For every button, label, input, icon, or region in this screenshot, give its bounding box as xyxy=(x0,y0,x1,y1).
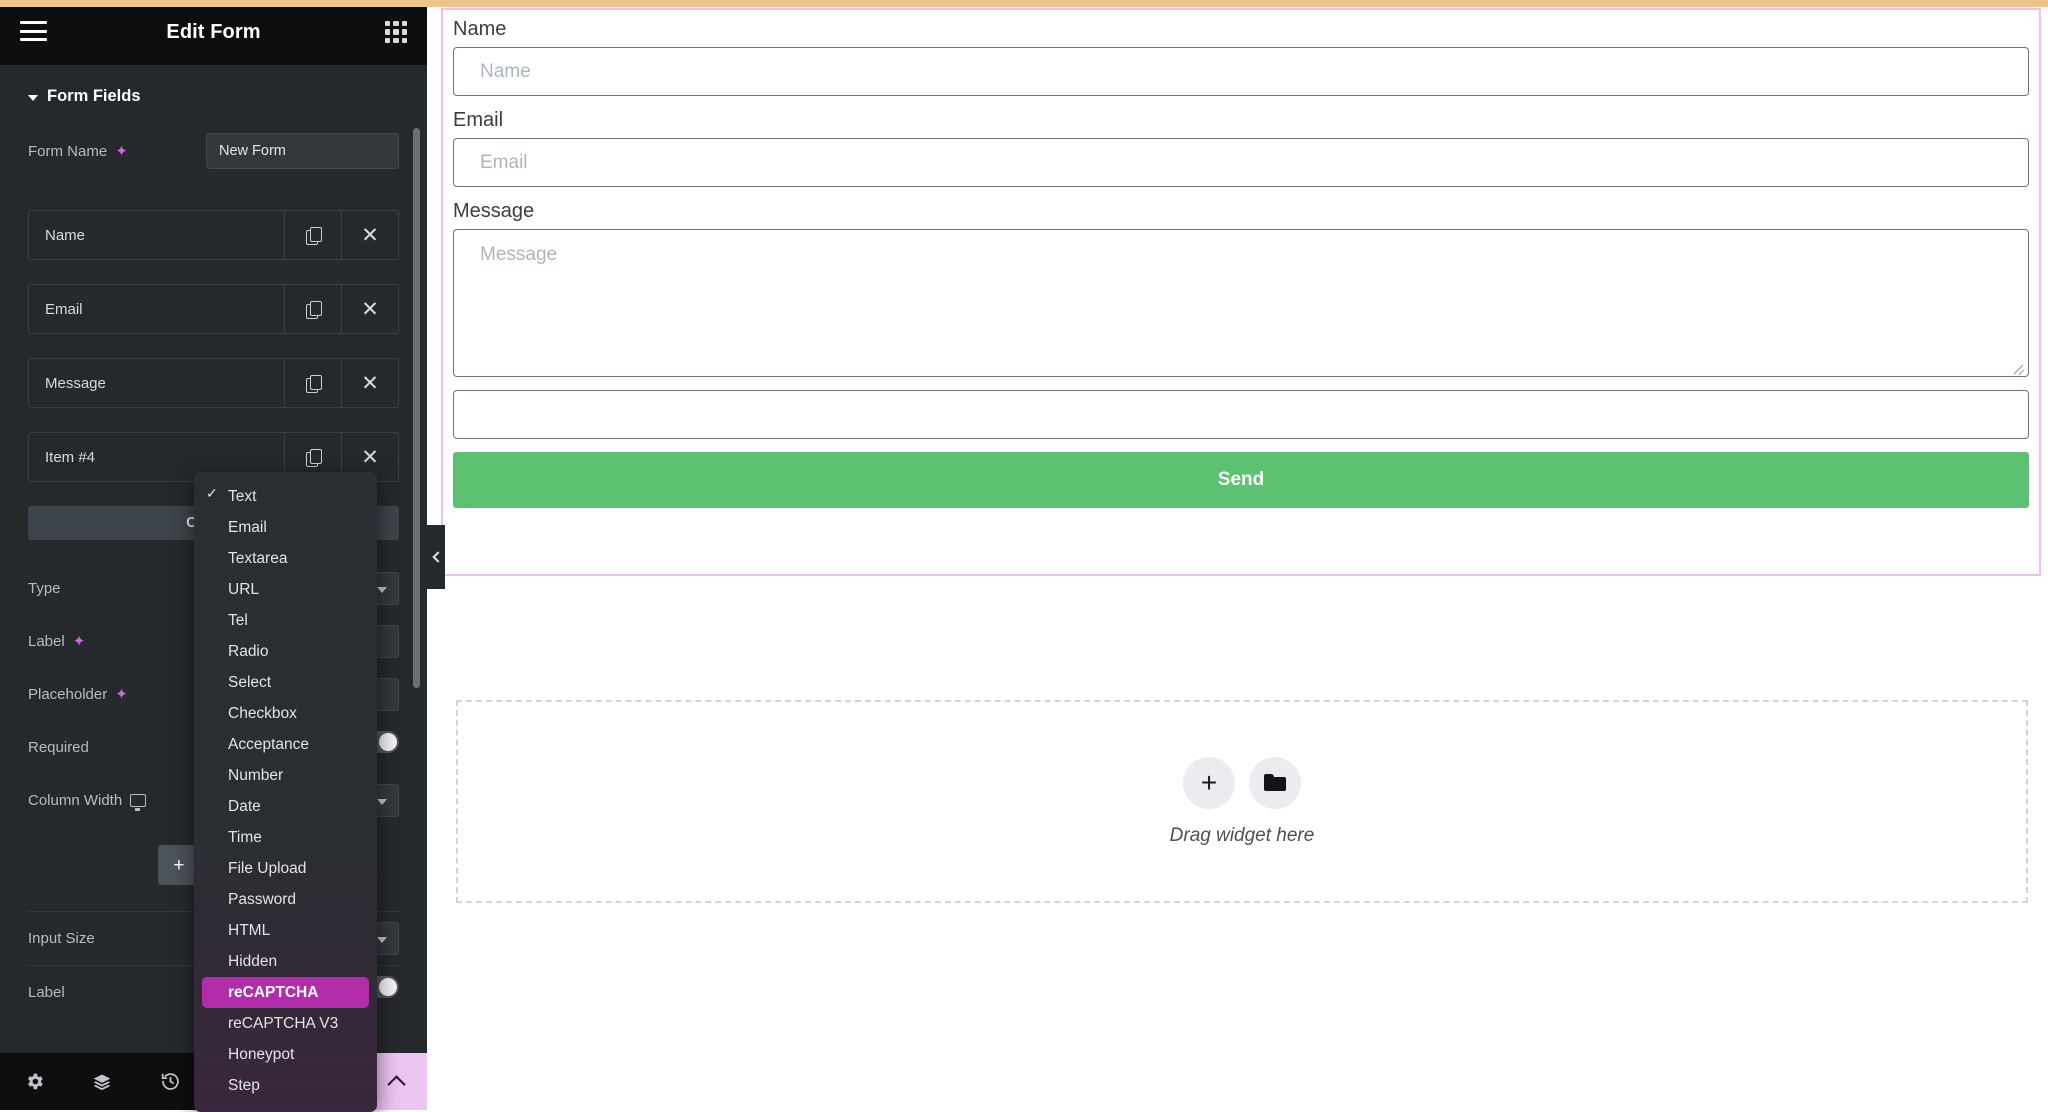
chevron-down-icon xyxy=(28,94,38,101)
duplicate-button[interactable] xyxy=(284,211,341,259)
add-widget-button[interactable]: + xyxy=(1183,756,1235,809)
preview-empty-input[interactable] xyxy=(453,390,2029,439)
panel-title: Edit Form xyxy=(166,21,261,43)
setting-label: Placeholder ✦ xyxy=(28,686,128,703)
form-name-input[interactable]: New Form xyxy=(206,133,399,169)
form-widget[interactable]: Name Name Email Email Message Message Se… xyxy=(441,8,2041,576)
sidebar-scrollbar[interactable] xyxy=(413,128,420,688)
toggle-knob xyxy=(379,733,397,751)
menu-item-step[interactable]: Step xyxy=(194,1070,377,1101)
menu-item-number[interactable]: Number xyxy=(194,760,377,791)
menu-item-hidden[interactable]: Hidden xyxy=(194,946,377,977)
menu-item-password[interactable]: Password xyxy=(194,884,377,915)
menu-item-honeypot[interactable]: Honeypot xyxy=(194,1039,377,1070)
menu-item-date[interactable]: Date xyxy=(194,791,377,822)
monitor-icon[interactable] xyxy=(130,794,147,811)
menu-item-file-upload[interactable]: File Upload xyxy=(194,853,377,884)
menu-item-recaptcha-v3[interactable]: reCAPTCHA V3 xyxy=(194,1008,377,1039)
close-icon: ✕ xyxy=(361,297,379,321)
layers-icon[interactable] xyxy=(68,1053,136,1110)
ai-sparkle-icon[interactable]: ✦ xyxy=(115,687,128,702)
copy-icon xyxy=(305,300,322,319)
menu-item-text[interactable]: Text xyxy=(194,481,377,512)
list-item[interactable]: Message ✕ xyxy=(28,358,399,408)
menu-item-acceptance[interactable]: Acceptance xyxy=(194,729,377,760)
menu-item-url[interactable]: URL xyxy=(194,574,377,605)
hamburger-menu-icon[interactable] xyxy=(20,21,47,41)
copy-icon xyxy=(305,374,322,393)
field-type-dropdown-menu[interactable]: Text Email Textarea URL Tel Radio Select… xyxy=(194,472,377,1112)
section-title-label: Form Fields xyxy=(47,87,141,105)
plus-icon: + xyxy=(1200,766,1218,798)
field-title: Email xyxy=(45,300,83,318)
preview-field-label: Name xyxy=(453,18,507,40)
panel-collapse-handle[interactable] xyxy=(427,525,445,589)
preview-field-label: Email xyxy=(453,109,504,131)
dropzone-label: Drag widget here xyxy=(1169,824,1315,846)
close-icon: ✕ xyxy=(361,371,379,395)
setting-label: Type xyxy=(28,580,61,597)
apps-grid-icon[interactable] xyxy=(385,21,407,43)
toggle-knob xyxy=(379,978,397,996)
chevron-left-icon xyxy=(431,551,444,563)
menu-item-recaptcha[interactable]: reCAPTCHA xyxy=(202,977,369,1008)
add-template-button[interactable] xyxy=(1249,756,1301,809)
send-button[interactable]: Send xyxy=(453,452,2029,508)
ai-sparkle-icon[interactable]: ✦ xyxy=(115,144,128,159)
menu-item-email[interactable]: Email xyxy=(194,512,377,543)
setting-label: Input Size xyxy=(28,930,95,947)
setting-label: Label ✦ xyxy=(28,633,86,650)
widget-dropzone[interactable]: + Drag widget here xyxy=(456,700,2028,903)
preview-name-input[interactable]: Name xyxy=(453,47,2029,96)
form-name-label: Form Name ✦ xyxy=(28,142,128,160)
menu-item-select[interactable]: Select xyxy=(194,667,377,698)
remove-button[interactable]: ✕ xyxy=(341,359,398,407)
form-fields-repeater: Name ✕ Email ✕ Message ✕ Item #4 ✕ xyxy=(0,210,427,482)
copy-icon xyxy=(305,448,322,467)
field-title: Name xyxy=(45,226,86,244)
menu-item-textarea[interactable]: Textarea xyxy=(194,543,377,574)
resize-grip-icon[interactable] xyxy=(2012,360,2025,373)
setting-label: Column Width xyxy=(28,792,196,811)
layers-glyph xyxy=(93,1074,111,1090)
duplicate-button[interactable] xyxy=(284,359,341,407)
close-icon: ✕ xyxy=(361,445,379,469)
menu-item-time[interactable]: Time xyxy=(194,822,377,853)
textarea-placeholder: Message xyxy=(480,244,558,265)
remove-button[interactable]: ✕ xyxy=(341,285,398,333)
history-glyph xyxy=(161,1073,179,1090)
form-fields-section-header[interactable]: Form Fields xyxy=(0,65,427,128)
preview-field-label: Message xyxy=(453,200,535,222)
preview-email-input[interactable]: Email xyxy=(453,138,2029,187)
copy-icon xyxy=(305,226,322,245)
preview-canvas: Name Name Email Email Message Message Se… xyxy=(427,0,2048,1110)
close-icon: ✕ xyxy=(361,223,379,247)
folder-icon xyxy=(1264,774,1286,791)
panel-header: Edit Form xyxy=(0,0,427,65)
form-name-row: Form Name ✦ New Form xyxy=(0,128,427,174)
menu-item-html[interactable]: HTML xyxy=(194,915,377,946)
dropzone-buttons: + xyxy=(1183,756,1301,809)
list-item[interactable]: Email ✕ xyxy=(28,284,399,334)
field-title: Message xyxy=(45,374,106,392)
menu-item-radio[interactable]: Radio xyxy=(194,636,377,667)
remove-button[interactable]: ✕ xyxy=(341,211,398,259)
setting-label: Required xyxy=(28,739,89,756)
top-accent-bar xyxy=(0,0,2048,7)
plus-icon: + xyxy=(173,854,185,876)
list-item[interactable]: Name ✕ xyxy=(28,210,399,260)
gear-glyph xyxy=(27,1073,43,1090)
menu-item-tel[interactable]: Tel xyxy=(194,605,377,636)
ai-sparkle-icon[interactable]: ✦ xyxy=(73,634,86,649)
setting-label: Label xyxy=(28,984,65,1001)
chevron-up-icon xyxy=(386,1074,406,1094)
menu-item-checkbox[interactable]: Checkbox xyxy=(194,698,377,729)
settings-gear-icon[interactable] xyxy=(0,1053,68,1110)
preview-message-textarea[interactable]: Message xyxy=(453,229,2029,377)
duplicate-button[interactable] xyxy=(284,285,341,333)
